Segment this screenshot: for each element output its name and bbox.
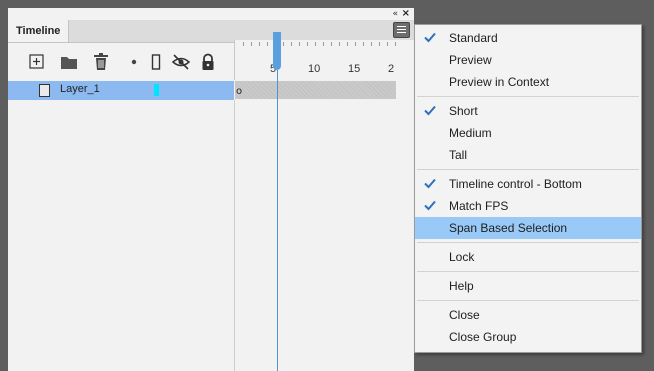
menu-item-label: Timeline control - Bottom [449, 177, 582, 191]
keyframe-marker[interactable]: o [236, 86, 242, 97]
ruler-label: 2 [388, 63, 395, 75]
menu-separator [417, 169, 639, 170]
layer-color-swatch[interactable] [154, 84, 159, 96]
panel-title-strip: « × [8, 8, 414, 20]
menu-item-close-group[interactable]: Close Group [415, 326, 641, 348]
eye-hidden-icon[interactable] [171, 52, 191, 72]
menu-separator [417, 96, 639, 97]
menu-item-preview[interactable]: Preview [415, 49, 641, 71]
hamburger-menu-icon[interactable] [393, 22, 410, 38]
menu-separator [417, 271, 639, 272]
menu-separator [417, 300, 639, 301]
lock-icon[interactable] [198, 52, 218, 72]
menu-item-label: Close Group [449, 330, 517, 344]
layers-area [8, 100, 234, 371]
checkmark-icon [424, 200, 436, 211]
ruler-label: 15 [348, 63, 361, 75]
frame-ruler[interactable]: 5 10 15 2 [234, 40, 415, 80]
menu-item-lock[interactable]: Lock [415, 246, 641, 268]
layer-toolbar [8, 43, 234, 81]
menu-item-match-fps[interactable]: Match FPS [415, 195, 641, 217]
frames-row[interactable] [235, 81, 396, 99]
playhead-line [277, 70, 278, 371]
checkmark-icon [424, 105, 436, 116]
layer-name: Layer_1 [60, 83, 100, 95]
menu-item-medium[interactable]: Medium [415, 122, 641, 144]
timeline-options-menu: Standard Preview Preview in Context Shor… [414, 24, 642, 353]
trash-icon[interactable] [91, 52, 111, 72]
collapse-icon[interactable]: « [392, 9, 397, 19]
layer-icon [39, 84, 50, 97]
menu-item-help[interactable]: Help [415, 275, 641, 297]
checkmark-icon [424, 178, 436, 189]
menu-item-tall[interactable]: Tall [415, 144, 641, 166]
menu-item-label: Medium [449, 126, 492, 140]
menu-item-preview-in-context[interactable]: Preview in Context [415, 71, 641, 93]
new-layer-icon[interactable] [27, 52, 47, 72]
menu-item-timeline-control-bottom[interactable]: Timeline control - Bottom [415, 173, 641, 195]
playhead-handle[interactable] [273, 32, 281, 70]
menu-item-label: Preview [449, 53, 492, 67]
layer-row[interactable]: Layer_1 [8, 81, 234, 100]
timeline-panel: « × Timeline 5 10 15 2 Layer_1 o [8, 8, 415, 371]
menu-item-label: Match FPS [449, 199, 509, 213]
dot-icon[interactable] [124, 52, 144, 72]
menu-item-label: Short [449, 104, 478, 118]
menu-item-close[interactable]: Close [415, 304, 641, 326]
menu-item-short[interactable]: Short [415, 100, 641, 122]
menu-item-label: Tall [449, 148, 468, 162]
close-icon[interactable]: × [402, 8, 410, 19]
panel-divider[interactable] [234, 100, 235, 371]
folder-icon[interactable] [59, 52, 79, 72]
menu-item-label: Help [449, 279, 474, 293]
checkmark-icon [424, 32, 436, 43]
tab-timeline[interactable]: Timeline [8, 20, 70, 42]
menu-item-label: Preview in Context [449, 75, 550, 89]
menu-separator [417, 242, 639, 243]
menu-item-label: Standard [449, 31, 498, 45]
menu-item-label: Span Based Selection [449, 221, 568, 235]
menu-item-label: Lock [449, 250, 475, 264]
outline-icon[interactable] [146, 52, 166, 72]
ruler-label: 10 [308, 63, 321, 75]
menu-item-standard[interactable]: Standard [415, 27, 641, 49]
menu-item-label: Close [449, 308, 480, 322]
menu-item-span-based-selection[interactable]: Span Based Selection [415, 217, 641, 239]
